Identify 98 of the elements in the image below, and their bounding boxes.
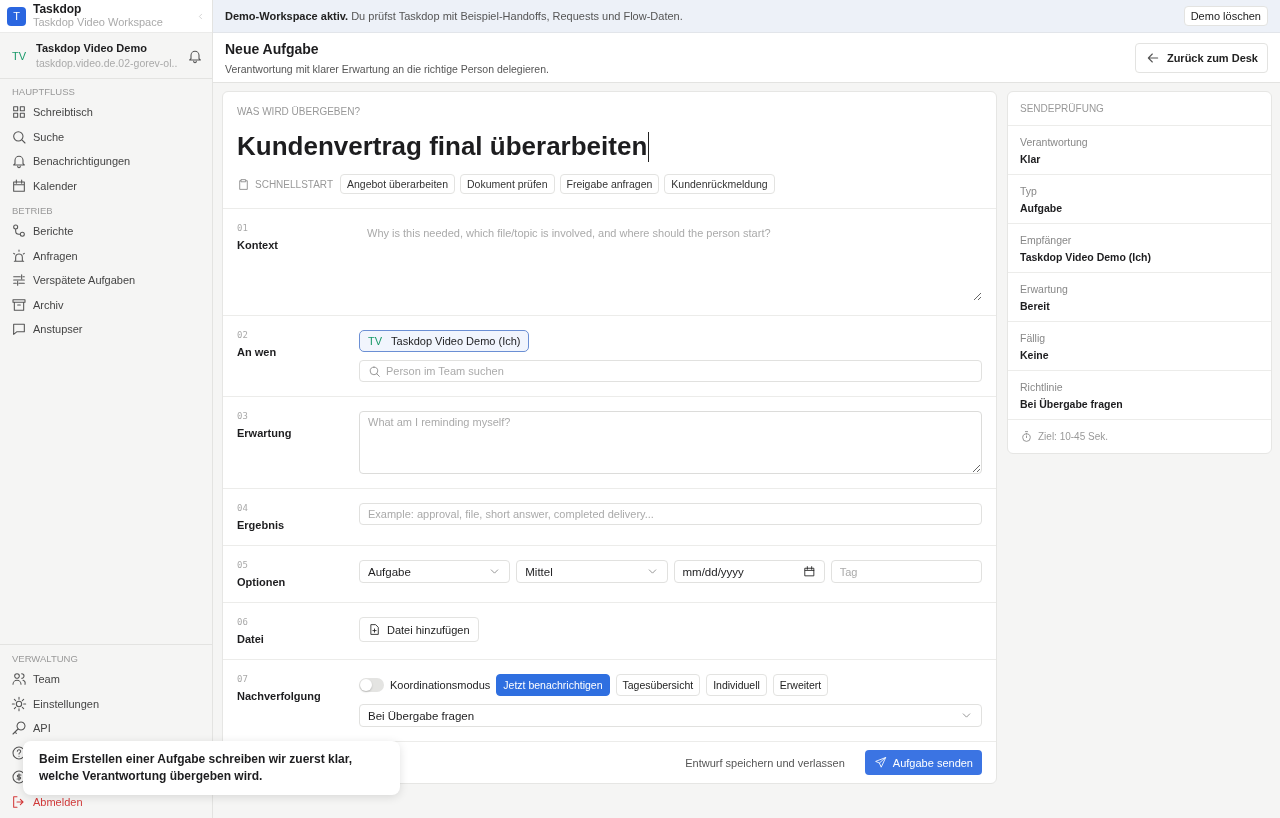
save-draft-button[interactable]: Entwurf speichern und verlassen — [679, 755, 851, 770]
step-number: 05 — [237, 560, 249, 570]
select-field[interactable]: Aufgabe — [359, 560, 511, 583]
panel-title: SENDEPRÜFUNG — [1008, 92, 1271, 126]
add-file-button[interactable]: Datei hinzufügen — [359, 617, 479, 642]
bell-icon — [11, 153, 27, 170]
chat-icon — [11, 321, 27, 338]
person-search-field[interactable]: Person im Team suchen — [359, 360, 982, 382]
mode-button[interactable]: Tagesübersicht — [615, 674, 701, 696]
nav-item[interactable]: Berichte — [0, 219, 212, 244]
check-value: Klar — [1020, 153, 1042, 165]
nav-item[interactable]: API — [0, 716, 212, 741]
quickstart-label: SCHNELLSTART — [255, 178, 333, 190]
nav-item[interactable]: Anstupser — [0, 317, 212, 342]
section-title: BETRIEB — [11, 204, 54, 218]
field-label: Erwartung — [237, 427, 293, 439]
page-subtitle: Verantwortung mit klarer Erwartung an die richtige Person delegieren. — [225, 62, 549, 75]
check-label: Richtlinie — [1020, 381, 1064, 393]
toggle-label: Koordinationsmodus — [390, 679, 491, 691]
back-button[interactable]: Zurück zum Desk — [1134, 42, 1268, 73]
tag-input[interactable]: Tag — [830, 560, 982, 583]
section-title: VERWALTUNG — [0, 644, 212, 667]
form-eyebrow: WAS WIRD ÜBERGEBEN? — [237, 106, 361, 117]
sliders-icon — [11, 272, 27, 289]
check-label: Verantwortung — [1020, 136, 1089, 148]
search-icon — [11, 128, 27, 145]
step-number: 01 — [237, 223, 249, 233]
check-label: Erwartung — [1020, 283, 1069, 295]
check-label: Empfänger — [1020, 234, 1073, 246]
nav-item[interactable]: Verspätete Aufgaben — [0, 268, 212, 293]
nav-item[interactable]: Schreibtisch — [0, 100, 212, 125]
banner-text: Demo-Workspace aktiv. Du prüfst Taskdop mit Beispiel-Handoffs, Requests und Flow-Daten. — [225, 10, 683, 22]
quickstart-chip[interactable]: Kundenrückmeldung — [664, 174, 775, 194]
step-number: 06 — [237, 617, 249, 627]
step-number: 07 — [237, 674, 249, 684]
text-area[interactable]: What am I reminding myself? — [359, 411, 982, 474]
quickstart-chip[interactable]: Dokument prüfen — [460, 174, 555, 194]
send-icon — [873, 756, 887, 769]
field-label: Optionen — [237, 576, 287, 588]
field-label: Datei — [237, 633, 265, 645]
clipboard-icon — [237, 177, 250, 191]
check-value: Aufgabe — [1020, 202, 1063, 214]
field-label: Nachverfolgung — [237, 690, 322, 702]
nav-item[interactable]: Kalender — [0, 173, 212, 198]
quickstart-chip[interactable]: Angebot überarbeiten — [340, 174, 455, 194]
target-time-note: Ziel: 10-45 Sek. — [1038, 431, 1109, 442]
send-task-button[interactable]: Aufgabe senden — [864, 750, 982, 775]
tooltip: Beim Erstellen einer Aufgabe schreiben wir zuerst klar, welche Verantwortung übergeben wird. — [23, 741, 400, 795]
field-label: An wen — [237, 346, 278, 358]
search-icon — [368, 365, 381, 378]
page-title: Neue Aufgabe — [225, 40, 320, 57]
policy-select[interactable]: Bei Übergabe fragen — [359, 704, 982, 727]
section-title: HAUPTFLUSS — [11, 85, 76, 99]
step-number: 04 — [237, 503, 249, 513]
nav-item[interactable]: Einstellungen — [0, 691, 212, 716]
date-field[interactable]: mm/dd/yyyy — [673, 560, 825, 583]
account-initials: TV — [12, 49, 27, 62]
nav-item[interactable]: Team — [0, 667, 212, 692]
app-logo: T — [7, 6, 26, 26]
delete-demo-button[interactable]: Demo löschen — [1183, 6, 1268, 26]
task-title-input[interactable]: Kundenvertrag final überarbeiten — [237, 131, 982, 162]
select-field[interactable]: Mittel — [516, 560, 668, 583]
settings-icon — [11, 695, 27, 712]
result-input[interactable]: Example: approval, file, short answer, completed delivery... — [359, 503, 982, 525]
check-value: Taskdop Video Demo (Ich) — [1020, 251, 1152, 263]
users-icon — [11, 671, 27, 688]
key-icon — [11, 720, 27, 737]
grid-icon — [11, 104, 27, 121]
check-label: Fällig — [1020, 332, 1047, 344]
toggle-switch[interactable] — [359, 678, 384, 692]
step-number: 03 — [237, 411, 249, 421]
app-name: Taskdop — [33, 3, 83, 16]
account-name: Taskdop Video Demo — [36, 40, 148, 56]
file-plus-icon — [368, 623, 381, 636]
nav-item[interactable]: Archiv — [0, 292, 212, 317]
quickstart-chip[interactable]: Freigabe anfragen — [559, 174, 660, 194]
archive-icon — [11, 296, 27, 313]
workspace-name: Taskdop Video Workspace — [33, 16, 164, 29]
account-email: taskdop.video.de.02-gorev-ol.. — [36, 55, 178, 71]
check-value: Bei Übergabe fragen — [1020, 398, 1124, 410]
nav-item[interactable]: Suche — [0, 124, 212, 149]
field-label: Ergebnis — [237, 519, 286, 531]
recipient-chip[interactable]: TV Taskdop Video Demo (Ich) — [359, 330, 530, 352]
calendar-icon — [802, 565, 816, 578]
timer-icon — [1020, 430, 1033, 443]
check-label: Typ — [1020, 185, 1038, 197]
step-number: 02 — [237, 330, 249, 340]
nodes-icon — [11, 223, 27, 240]
check-value: Bereit — [1020, 300, 1051, 312]
mode-button[interactable]: Individuell — [706, 674, 767, 696]
mode-button[interactable]: Erweitert — [772, 674, 829, 696]
mode-button[interactable]: Jetzt benachrichtigen — [496, 674, 610, 696]
check-value: Keine — [1020, 349, 1050, 361]
nav-item[interactable]: Benachrichtigungen — [0, 149, 212, 174]
field-label: Kontext — [237, 239, 279, 251]
calendar-icon — [11, 177, 27, 194]
alarm-icon — [11, 247, 27, 264]
nav-item[interactable]: Anfragen — [0, 243, 212, 268]
